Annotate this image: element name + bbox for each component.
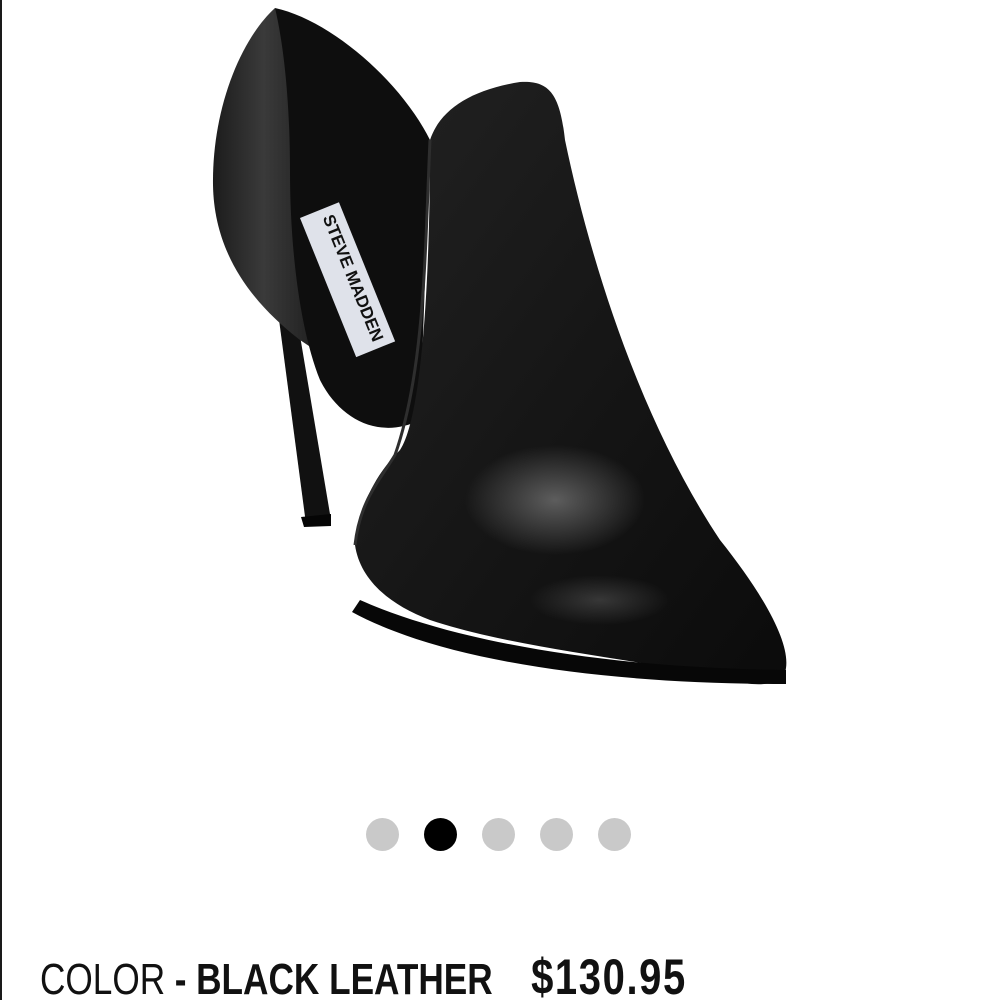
carousel-dot-4[interactable]	[540, 818, 573, 851]
product-price: $130.95	[531, 949, 687, 1005]
shoe-illustration: STEVE MADDEN	[212, 8, 787, 685]
carousel-dot-5[interactable]	[598, 818, 631, 851]
color-value: BLACK LEATHER	[196, 955, 493, 1004]
carousel-dot-2[interactable]	[424, 818, 457, 851]
color-label: COLOR	[40, 955, 166, 1004]
carousel-dot-3[interactable]	[482, 818, 515, 851]
product-info-row: COLOR - BLACK LEATHER $130.95	[40, 948, 687, 1005]
product-image[interactable]: STEVE MADDEN	[150, 0, 850, 720]
carousel-dot-1[interactable]	[366, 818, 399, 851]
color-separator: -	[174, 955, 187, 1004]
image-carousel-indicator	[366, 818, 631, 851]
left-edge-rule	[0, 0, 2, 1000]
